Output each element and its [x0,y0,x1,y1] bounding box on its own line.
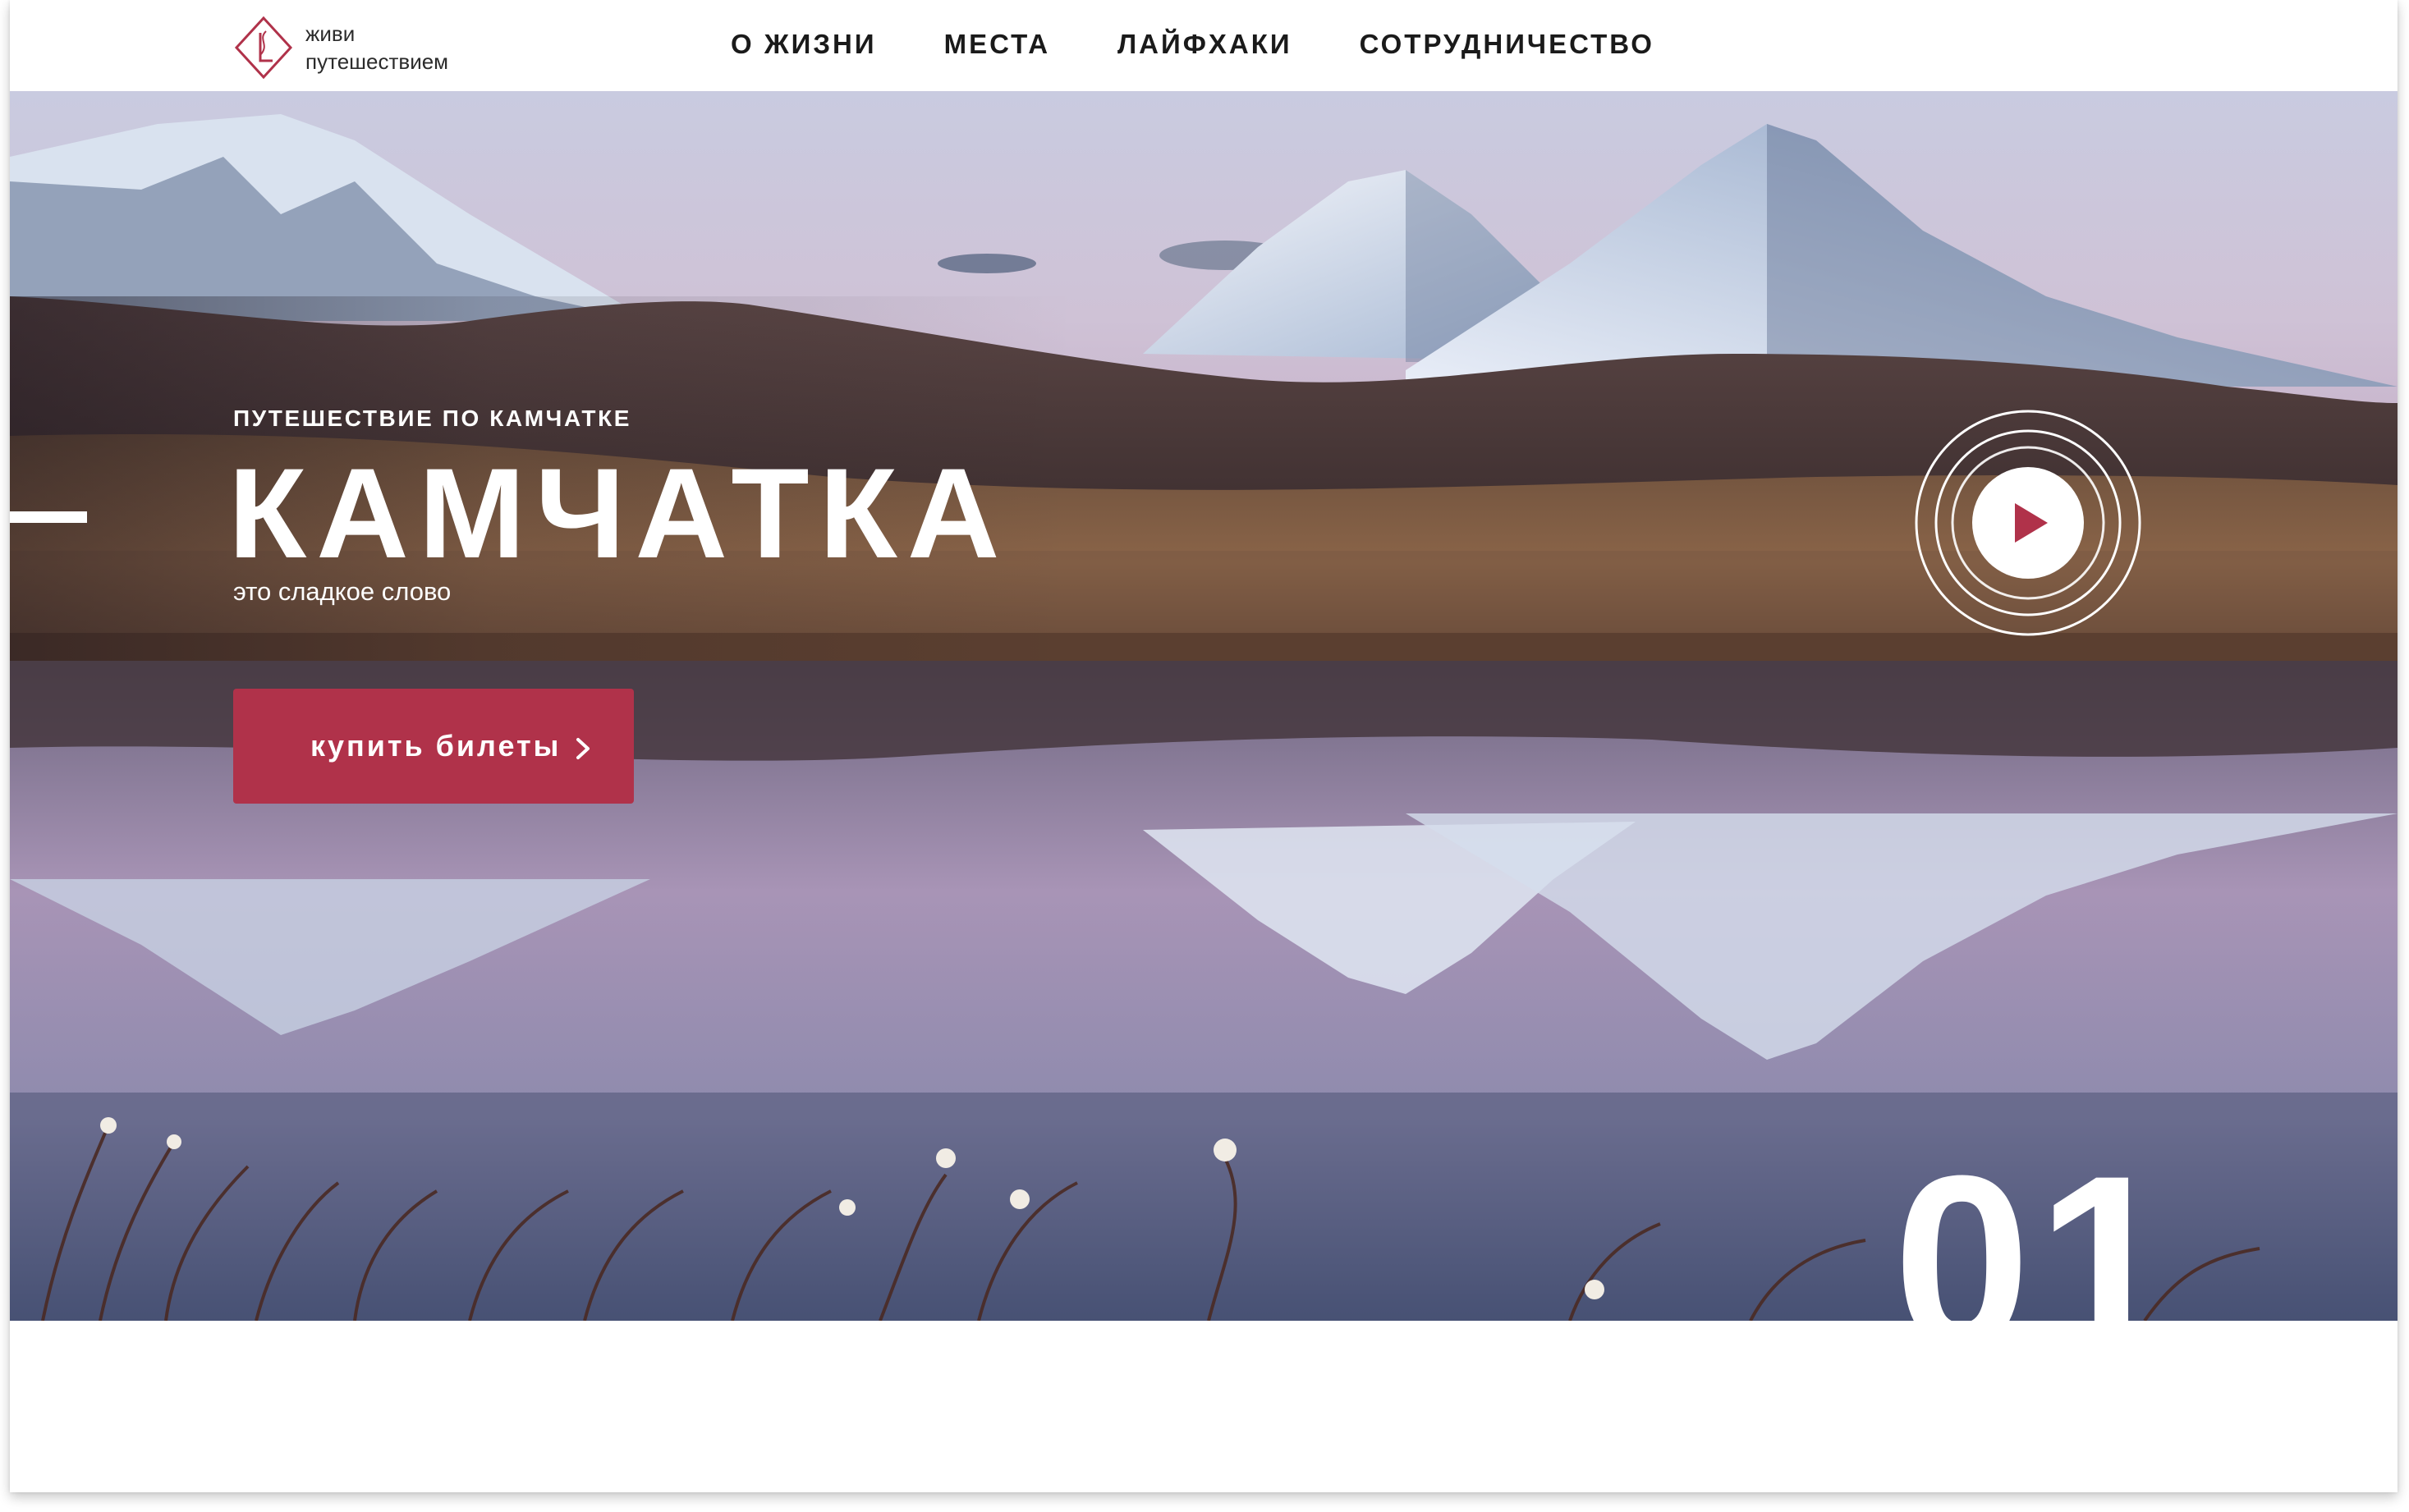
nav-item-about-life[interactable]: О ЖИЗНИ [731,26,877,62]
site-header: живи путешествием О ЖИЗНИ МЕСТА ЛАЙФХАКИ… [10,0,2398,91]
brand-logo[interactable]: живи путешествием [233,15,448,80]
hero-section: ПУТЕШЕСТВИЕ ПО КАМЧАТКЕ КАМЧАТКА это сла… [10,91,2398,1321]
hero-title: КАМЧАТКА [228,442,1010,585]
nav-item-places[interactable]: МЕСТА [944,26,1050,62]
chevron-right-icon [576,738,590,759]
brand-line-2: путешествием [305,49,449,74]
main-nav: О ЖИЗНИ МЕСТА ЛАЙФХАКИ СОТРУДНИЧЕСТВО [731,26,1654,62]
landing-page: живи путешествием О ЖИЗНИ МЕСТА ЛАЙФХАКИ… [10,0,2398,1492]
nav-item-cooperation[interactable]: СОТРУДНИЧЕСТВО [1360,26,1654,62]
brand-line-1: живи [305,21,356,46]
hero-eyebrow: ПУТЕШЕСТВИЕ ПО КАМЧАТКЕ [233,405,632,431]
buy-tickets-button[interactable]: купить билеты [233,689,634,804]
slide-number: 01 [1893,1124,2181,1321]
page-below-hero [10,1321,2398,1492]
brand-name: живи путешествием [305,20,448,76]
buy-tickets-label: купить билеты [310,729,562,763]
play-video-button[interactable] [1913,408,2143,638]
play-icon [1915,410,2141,636]
hero-subtitle: это сладкое слово [233,577,452,606]
logo-icon [234,16,293,80]
side-indicator-dash [10,511,87,523]
nav-item-lifehacks[interactable]: ЛАЙФХАКИ [1117,26,1292,62]
